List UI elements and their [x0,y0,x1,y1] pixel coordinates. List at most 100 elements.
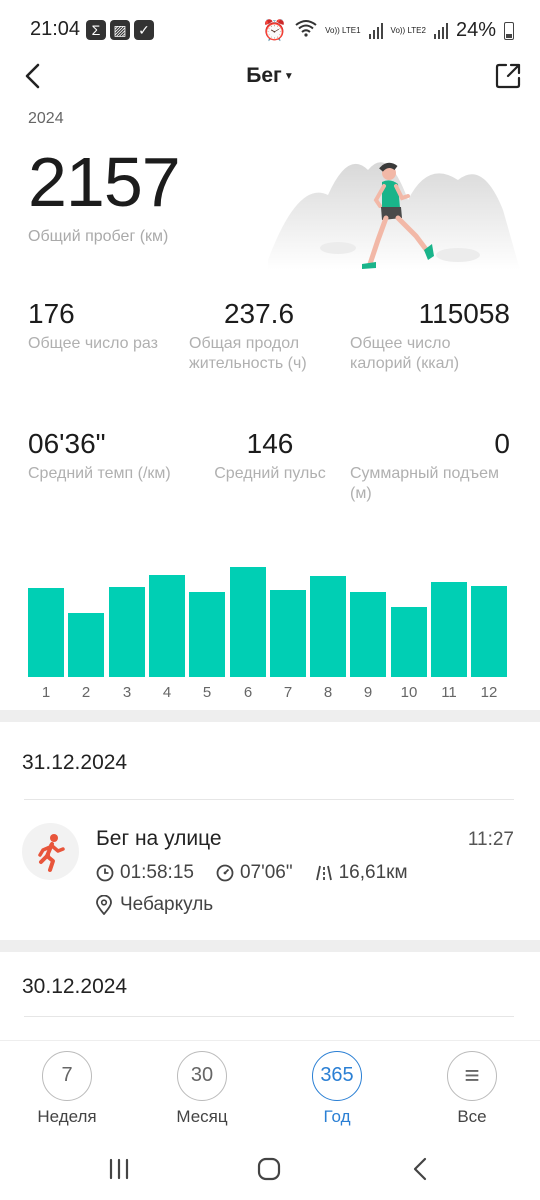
sport-type-selector[interactable]: Бег ▼ [0,64,540,88]
divider-line [24,799,514,800]
tab-all[interactable]: ≡ Все [422,1051,522,1127]
app-header: Бег ▼ [0,60,540,96]
check-notification-icon: ✓ [134,20,154,40]
activity-location-row: Чебаркуль [96,894,213,916]
activity-title: Бег на улице [96,827,222,850]
stat-value: 237.6 [223,298,295,329]
battery-percent: 24% [455,19,496,41]
chart-bar [109,587,145,677]
chart-bar [350,592,386,677]
tab-year[interactable]: 365 Год [287,1051,387,1127]
menu-lines-icon: ≡ [447,1051,497,1101]
chart-bar [189,592,225,677]
chart-tick-label: 11 [441,684,457,701]
chart-bar [431,582,467,677]
stat-value: 146 [246,428,294,459]
system-navigation-bar [0,1140,540,1200]
chart-bar [149,575,185,677]
signal2-icon [433,22,448,39]
pace-metric: 07'06" [216,862,293,884]
recent-apps-icon[interactable] [104,1154,134,1184]
chart-bar [230,567,266,677]
activity-metrics: 01:58:15 07'06" 16,61км [96,862,430,884]
activity-duration: 01:58:15 [120,862,194,883]
stat-label: Средний пульс [214,465,326,482]
total-distance-value: 2157 [28,143,181,221]
running-person-icon [22,823,79,880]
section-divider [0,710,540,722]
runner-illustration [268,162,520,270]
date-header: 31.12.2024 [22,751,128,774]
clock-icon [96,864,114,882]
image-notification-icon: ▨ [110,20,130,40]
chart-bar [28,588,64,677]
tab-month-circle: 30 [177,1051,227,1101]
signal1-icon [368,22,383,39]
status-time: 21:04 [30,18,81,40]
stat-label: Средний темп (/км) [28,465,171,482]
chart-bar [471,586,507,677]
period-tab-bar: 7 Неделя 30 Месяц 365 Год ≡ Все [0,1040,540,1140]
activity-distance: 16,61км [338,862,408,883]
status-right: ⏰ Vo)) LTE1 Vo)) LTE2 24% [262,18,514,43]
stat-total-count: 176 Общее число раз [28,298,188,354]
lte1-label: Vo)) LTE1 [325,26,361,35]
stat-avg-pace: 06'36" Средний темп (/км) [28,428,198,484]
activity-pace: 07'06" [239,862,293,883]
stat-total-ascent: 0 Суммарный подъем (м) [350,428,510,504]
stat-label: Общее число калорий (ккал) [350,335,460,372]
share-icon[interactable] [494,62,522,90]
chart-tick-label: 12 [480,684,498,701]
alarm-icon: ⏰ [262,20,288,42]
tab-month[interactable]: 30 Месяц [152,1051,252,1127]
chart-tick-label: 6 [243,684,253,701]
status-bar: 21:04 Σ ▨ ✓ ⏰ Vo)) LTE1 Vo)) LTE2 24% [0,0,540,60]
chart-tick-label: 8 [323,684,333,701]
chart-tick-label: 9 [363,684,373,701]
chart-bar [391,607,427,677]
tab-week-circle: 7 [42,1051,92,1101]
stat-label: Общая продол жительность (ч) [189,335,307,372]
page-title: Бег [246,64,282,87]
stat-value: 0 [494,428,510,459]
stat-value: 176 [28,298,75,329]
stat-label: Общее число раз [28,335,158,352]
chart-tick-label: 10 [400,684,418,701]
activity-time: 11:27 [467,829,514,850]
road-icon [315,865,332,881]
chart-tick-label: 2 [81,684,91,701]
gauge-icon [216,864,234,882]
tab-all-label: Все [457,1107,487,1126]
tab-week[interactable]: 7 Неделя [17,1051,117,1127]
tab-month-label: Месяц [176,1107,228,1126]
date-header: 30.12.2024 [22,975,128,998]
stat-avg-heart-rate: 146 Средний пульс [200,428,340,484]
system-back-icon[interactable] [406,1154,436,1184]
year-label: 2024 [28,110,64,127]
tab-year-label: Год [323,1107,351,1126]
sigma-notification-icon: Σ [86,20,106,40]
home-icon[interactable] [254,1154,284,1184]
chart-bar [270,590,306,677]
battery-icon [504,21,514,40]
monthly-distance-chart: 1 2 3 4 5 6 7 8 9 10 11 12 [28,560,513,706]
dropdown-caret-icon: ▼ [283,70,294,82]
wifi-icon [295,19,317,43]
activity-location: Чебаркуль [120,894,214,915]
chart-tick-label: 1 [41,684,51,701]
distance-metric: 16,61км [315,862,408,884]
total-distance-label: Общий пробег (км) [28,228,169,245]
stat-total-calories: 115058 Общее число калорий (ккал) [350,298,510,374]
section-divider [0,940,540,952]
stat-value: 115058 [418,298,510,329]
divider-line [24,1016,514,1017]
location-pin-icon [96,895,112,915]
stat-total-duration: 237.6 Общая продол жительность (ч) [189,298,329,374]
chart-bar [68,613,104,677]
lte2-label: Vo)) LTE2 [390,26,426,35]
tab-year-circle: 365 [312,1051,362,1101]
duration-metric: 01:58:15 [96,862,194,884]
chart-tick-label: 5 [202,684,212,701]
chart-bar [310,576,346,677]
chart-tick-label: 4 [162,684,172,701]
